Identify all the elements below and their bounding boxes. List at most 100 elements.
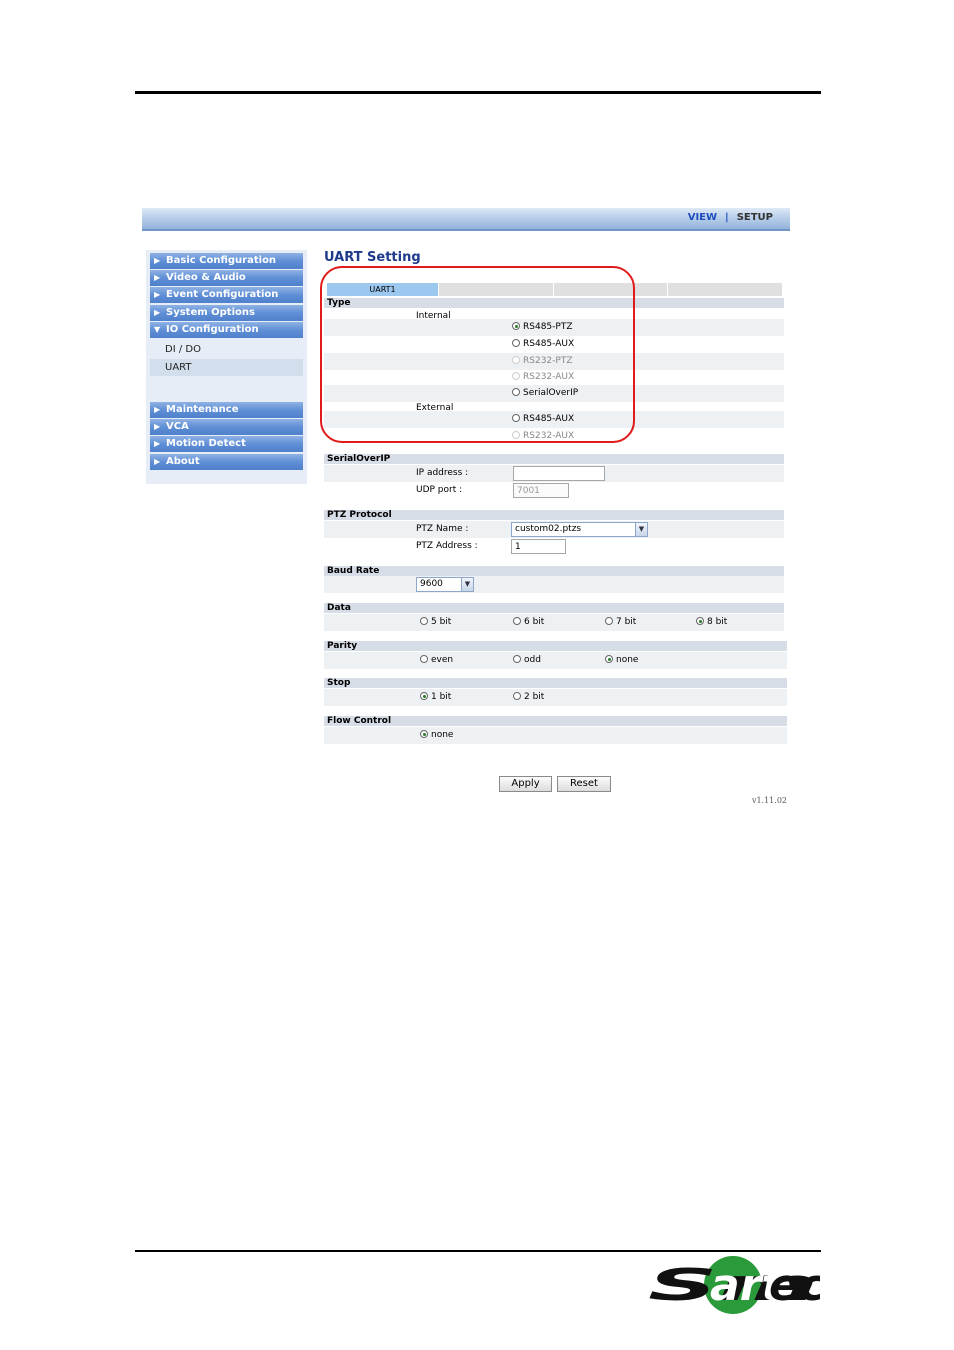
section-baud-rate-heading: Baud Rate — [324, 566, 784, 576]
svg-text:ec: ec — [769, 1260, 820, 1311]
radio-unchecked-icon — [513, 655, 521, 663]
ptz-address-row: PTZ Address : — [324, 538, 784, 555]
sidebar-item-label: Basic Configuration — [166, 255, 277, 266]
radio-rs485-ptz[interactable]: RS485-PTZ — [512, 319, 572, 336]
sidebar-item-event-configuration[interactable]: ▶ Event Configuration — [150, 287, 303, 303]
apply-button[interactable]: Apply — [499, 776, 552, 792]
sidebar-item-motion-detect[interactable]: ▶ Motion Detect — [150, 436, 303, 452]
radio-disabled-icon — [512, 356, 520, 364]
sidebar-item-io-configuration[interactable]: ▼ IO Configuration — [150, 322, 303, 338]
sidebar-item-maintenance[interactable]: ▶ Maintenance — [150, 402, 303, 418]
radio-label: 6 bit — [524, 617, 545, 627]
nav-separator: | — [725, 212, 729, 223]
stop-row: 1 bit 2 bit — [324, 689, 787, 706]
radio-checked-icon — [605, 655, 613, 663]
radio-checked-icon — [696, 617, 704, 625]
type-option-row: RS232-PTZ — [324, 353, 784, 370]
page-title: UART Setting — [324, 250, 421, 265]
sidebar-item-label: IO Configuration — [166, 324, 259, 335]
radio-label: 7 bit — [616, 617, 637, 627]
baud-rate-value: 9600 — [420, 579, 443, 589]
sidebar-item-label: Maintenance — [166, 404, 239, 415]
type-option-row: RS485-PTZ — [324, 319, 784, 336]
version-label: v1.11.02 — [751, 796, 787, 805]
udp-port-input[interactable] — [513, 483, 569, 498]
reset-button[interactable]: Reset — [557, 776, 611, 792]
radio-unchecked-icon — [512, 414, 520, 422]
sidebar-subitem-uart[interactable]: UART — [150, 359, 303, 376]
expand-arrow-icon: ▶ — [154, 273, 161, 282]
expand-arrow-icon: ▶ — [154, 457, 161, 466]
sidebar-item-about[interactable]: ▶ About — [150, 454, 303, 470]
radio-parity-none[interactable]: none — [605, 652, 638, 669]
expand-arrow-icon: ▶ — [154, 308, 161, 317]
radio-label: none — [431, 730, 454, 740]
baud-rate-select[interactable]: 9600 ▼ — [416, 577, 474, 592]
ip-address-label: IP address : — [416, 468, 469, 478]
sidebar-item-label: Motion Detect — [166, 438, 246, 449]
radio-rs232-aux[interactable]: RS232-AUX — [512, 369, 574, 386]
sidebar-item-video-audio[interactable]: ▶ Video & Audio — [150, 270, 303, 286]
type-option-row: RS232-AUX — [324, 428, 784, 445]
radio-label: none — [616, 655, 639, 665]
sidebar-item-label: Event Configuration — [166, 289, 279, 300]
radio-ext-rs485-aux[interactable]: RS485-AUX — [512, 411, 574, 428]
view-link[interactable]: VIEW — [688, 212, 717, 223]
header-rule — [135, 91, 821, 94]
radio-label: SerialOverIP — [523, 388, 579, 398]
udp-port-label: UDP port : — [416, 485, 463, 495]
radio-data-5bit[interactable]: 5 bit — [420, 614, 451, 631]
radio-stop-2bit[interactable]: 2 bit — [513, 689, 544, 706]
radio-unchecked-icon — [513, 617, 521, 625]
radio-parity-even[interactable]: even — [420, 652, 453, 669]
radio-label: 1 bit — [431, 692, 452, 702]
expand-arrow-icon: ▶ — [154, 256, 161, 265]
ptz-name-row: PTZ Name : custom02.ptzs ▼ — [324, 521, 784, 538]
radio-disabled-icon — [512, 431, 520, 439]
flow-control-row: none — [324, 727, 787, 744]
radio-ext-rs232-aux[interactable]: RS232-AUX — [512, 428, 574, 445]
radio-rs485-aux[interactable]: RS485-AUX — [512, 336, 574, 353]
setup-link[interactable]: SETUP — [737, 212, 773, 223]
radio-data-8bit[interactable]: 8 bit — [696, 614, 727, 631]
sidebar-item-vca[interactable]: ▶ VCA — [150, 419, 303, 435]
ptz-name-select[interactable]: custom02.ptzs ▼ — [511, 522, 648, 537]
type-option-row: RS485-AUX — [324, 336, 784, 353]
sidebar-item-system-options[interactable]: ▶ System Options — [150, 305, 303, 321]
radio-rs232-ptz[interactable]: RS232-PTZ — [512, 353, 572, 370]
tab-uart1[interactable]: UART1 — [327, 283, 439, 296]
radio-label: even — [431, 655, 454, 665]
ip-address-input[interactable] — [513, 466, 605, 481]
radio-stop-1bit[interactable]: 1 bit — [420, 689, 451, 706]
udp-port-row: UDP port : — [324, 482, 784, 499]
type-option-row: RS485-AUX — [324, 411, 784, 428]
footer-rule — [135, 1250, 821, 1252]
expand-arrow-icon: ▶ — [154, 290, 161, 299]
expand-arrow-icon: ▶ — [154, 422, 161, 431]
radio-flow-none[interactable]: none — [420, 727, 453, 744]
radio-disabled-icon — [512, 372, 520, 380]
tab-empty — [439, 283, 554, 296]
top-nav: VIEW | SETUP — [688, 212, 773, 223]
radio-unchecked-icon — [605, 617, 613, 625]
sidebar-subitem-di-do[interactable]: DI / DO — [150, 341, 303, 358]
sidebar-item-label: Video & Audio — [166, 272, 246, 283]
radio-parity-odd[interactable]: odd — [513, 652, 541, 669]
radio-unchecked-icon — [512, 339, 520, 347]
expand-arrow-icon: ▶ — [154, 439, 161, 448]
radio-label: odd — [524, 655, 541, 665]
sidebar-item-basic-configuration[interactable]: ▶ Basic Configuration — [150, 253, 303, 269]
ptz-address-input[interactable] — [511, 539, 566, 554]
sidebar-item-label: About — [166, 456, 200, 467]
section-stop-heading: Stop — [324, 678, 787, 688]
ptz-name-value: custom02.ptzs — [515, 524, 582, 534]
radio-unchecked-icon — [420, 655, 428, 663]
data-bits-row: 5 bit 6 bit 7 bit 8 bit — [324, 614, 784, 631]
sidebar: ▶ Basic Configuration ▶ Video & Audio ▶ Eve… — [146, 250, 307, 484]
section-parity-heading: Parity — [324, 641, 787, 651]
tab-empty — [554, 283, 668, 296]
radio-label: 5 bit — [431, 617, 452, 627]
radio-data-7bit[interactable]: 7 bit — [605, 614, 636, 631]
chevron-down-icon: ▼ — [461, 578, 473, 591]
radio-data-6bit[interactable]: 6 bit — [513, 614, 544, 631]
